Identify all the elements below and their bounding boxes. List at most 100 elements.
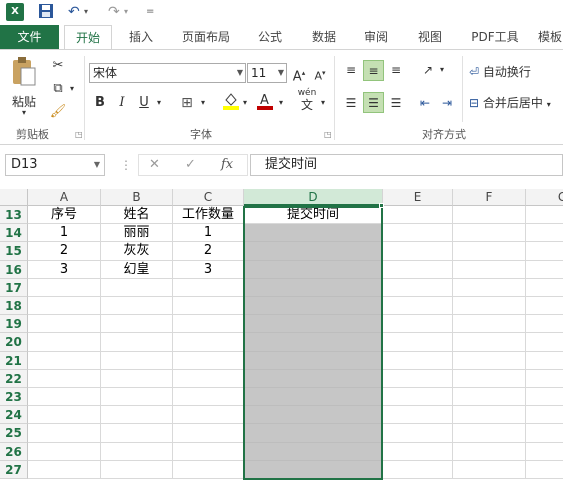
- cell-d17[interactable]: [244, 278, 383, 297]
- formula-bar-splitter[interactable]: ⋮: [120, 154, 132, 176]
- cell-e13[interactable]: [383, 206, 453, 225]
- cell-f19[interactable]: [453, 315, 526, 334]
- cell-e22[interactable]: [383, 369, 453, 388]
- cell-f22[interactable]: [453, 369, 526, 388]
- cell-b16[interactable]: 幻皇: [101, 260, 173, 279]
- orientation-icon[interactable]: ↗: [418, 60, 438, 80]
- cell-b27[interactable]: [101, 460, 173, 479]
- cell-b14[interactable]: 丽丽: [101, 224, 173, 243]
- cell-a25[interactable]: [28, 424, 101, 443]
- align-center-icon[interactable]: ☰: [363, 92, 384, 113]
- cell-b21[interactable]: [101, 351, 173, 370]
- cell-f24[interactable]: [453, 406, 526, 425]
- cell-f26[interactable]: [453, 442, 526, 461]
- paste-dropdown-icon[interactable]: ▾: [18, 108, 30, 118]
- cell-b26[interactable]: [101, 442, 173, 461]
- cell-c14[interactable]: 1: [173, 224, 244, 243]
- save-icon[interactable]: [38, 3, 54, 21]
- cell-e18[interactable]: [383, 297, 453, 316]
- tab-templates[interactable]: 模板: [538, 25, 563, 49]
- cell-g22[interactable]: [526, 370, 563, 388]
- align-top-icon[interactable]: ≡: [341, 60, 361, 80]
- tab-file[interactable]: 文件: [0, 25, 59, 49]
- cell-c24[interactable]: [173, 406, 244, 425]
- row-header-13[interactable]: 13: [0, 206, 28, 225]
- cancel-icon[interactable]: ✕: [149, 155, 160, 175]
- row-header-20[interactable]: 20: [0, 333, 28, 352]
- cell-d19[interactable]: [244, 315, 383, 334]
- cell-d26[interactable]: [244, 442, 383, 461]
- cell-f25[interactable]: [453, 424, 526, 443]
- row-header-24[interactable]: 24: [0, 406, 28, 425]
- cell-d18[interactable]: [244, 297, 383, 316]
- cell-f13[interactable]: [453, 206, 526, 225]
- cell-g16[interactable]: [526, 261, 563, 279]
- cell-c17[interactable]: [173, 278, 244, 297]
- cell-f20[interactable]: [453, 333, 526, 352]
- copy-dropdown-icon[interactable]: ▾: [67, 79, 77, 99]
- cell-c13[interactable]: 工作数量: [173, 206, 244, 225]
- column-header-a[interactable]: A: [28, 189, 101, 206]
- name-box[interactable]: D13 ▼: [5, 154, 105, 176]
- cell-c21[interactable]: [173, 351, 244, 370]
- cell-b22[interactable]: [101, 369, 173, 388]
- undo-dropdown-icon[interactable]: ▾: [84, 3, 88, 21]
- cell-a15[interactable]: 2: [28, 242, 101, 261]
- cell-d14[interactable]: [244, 224, 383, 243]
- cell-c15[interactable]: 2: [173, 242, 244, 261]
- cell-a16[interactable]: 3: [28, 260, 101, 279]
- cell-d25[interactable]: [244, 424, 383, 443]
- cell-d20[interactable]: [244, 333, 383, 352]
- tab-pdf-tools[interactable]: PDF工具: [462, 25, 528, 49]
- font-launcher-icon[interactable]: ◳: [324, 130, 332, 139]
- row-header-21[interactable]: 21: [0, 351, 28, 370]
- cell-e16[interactable]: [383, 260, 453, 279]
- underline-button[interactable]: U: [136, 93, 152, 113]
- column-header-d[interactable]: D: [244, 189, 383, 206]
- cell-c19[interactable]: [173, 315, 244, 334]
- row-header-14[interactable]: 14: [0, 224, 28, 243]
- align-bottom-icon[interactable]: ≡: [386, 60, 406, 80]
- copy-icon[interactable]: ⧉: [48, 79, 68, 99]
- paste-icon[interactable]: [8, 56, 40, 90]
- redo-dropdown-icon[interactable]: ▾: [124, 3, 128, 21]
- align-left-icon[interactable]: ☰: [341, 93, 361, 113]
- column-header-c[interactable]: C: [173, 189, 244, 206]
- merge-center-button[interactable]: ⊟ 合并后居中 ▾: [469, 93, 563, 115]
- cell-g20[interactable]: [526, 333, 563, 352]
- fill-color-dropdown-icon[interactable]: ▾: [240, 93, 250, 113]
- cell-g13[interactable]: [526, 206, 563, 225]
- select-all-corner[interactable]: [0, 189, 28, 206]
- cell-b18[interactable]: [101, 297, 173, 316]
- row-header-23[interactable]: 23: [0, 388, 28, 407]
- cell-a23[interactable]: [28, 388, 101, 407]
- cell-d24[interactable]: [244, 406, 383, 425]
- font-size-combo[interactable]: 11 ▼: [247, 63, 287, 83]
- column-header-f[interactable]: F: [453, 189, 526, 206]
- tab-home[interactable]: 开始: [64, 25, 112, 50]
- cell-e20[interactable]: [383, 333, 453, 352]
- clipboard-launcher-icon[interactable]: ◳: [75, 130, 83, 139]
- column-header-b[interactable]: B: [101, 189, 173, 206]
- cell-c18[interactable]: [173, 297, 244, 316]
- cell-a22[interactable]: [28, 369, 101, 388]
- cell-g19[interactable]: [526, 315, 563, 334]
- cell-d21[interactable]: [244, 351, 383, 370]
- cell-g15[interactable]: [526, 242, 563, 261]
- cell-e21[interactable]: [383, 351, 453, 370]
- phonetic-dropdown-icon[interactable]: ▾: [318, 93, 328, 113]
- cell-c26[interactable]: [173, 442, 244, 461]
- cell-e19[interactable]: [383, 315, 453, 334]
- cell-b15[interactable]: 灰灰: [101, 242, 173, 261]
- cell-b13[interactable]: 姓名: [101, 206, 173, 225]
- cell-e23[interactable]: [383, 388, 453, 407]
- customize-toolbar-icon[interactable]: =: [146, 3, 154, 21]
- borders-dropdown-icon[interactable]: ▾: [198, 93, 208, 113]
- wrap-text-button[interactable]: ⏎ 自动换行: [469, 62, 559, 82]
- row-header-15[interactable]: 15: [0, 242, 28, 261]
- borders-icon[interactable]: ⊞: [178, 93, 196, 113]
- cell-e26[interactable]: [383, 442, 453, 461]
- underline-dropdown-icon[interactable]: ▾: [154, 93, 164, 113]
- cell-f21[interactable]: [453, 351, 526, 370]
- cell-a24[interactable]: [28, 406, 101, 425]
